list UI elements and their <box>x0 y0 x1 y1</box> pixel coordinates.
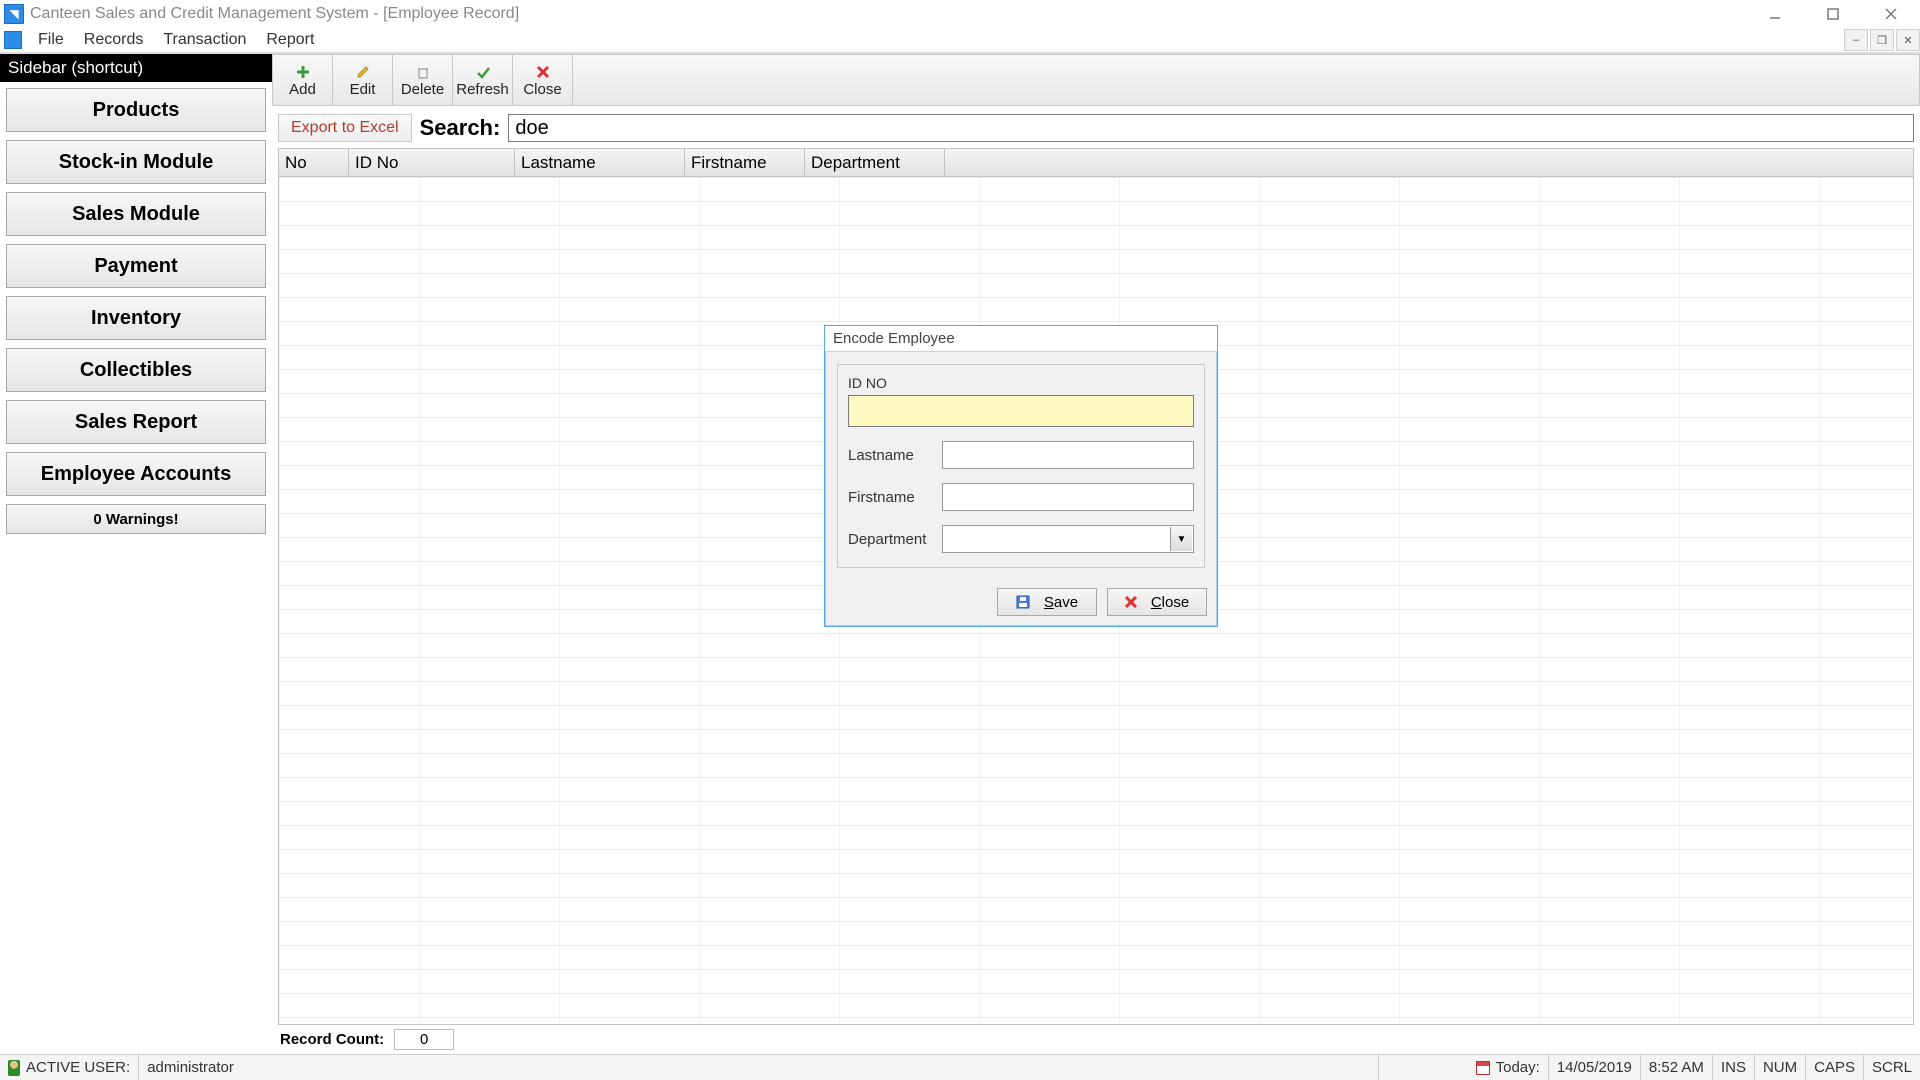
refresh-label: Refresh <box>456 81 509 98</box>
status-ins: INS <box>1721 1059 1746 1076</box>
sidebar-item-stockin[interactable]: Stock-in Module <box>6 140 266 184</box>
save-disk-icon <box>1016 595 1030 609</box>
delete-button[interactable]: Delete <box>393 55 453 105</box>
app-icon: ◥ <box>4 4 24 24</box>
department-combobox[interactable]: ▼ <box>942 525 1194 553</box>
calendar-icon <box>1476 1061 1490 1075</box>
dialog-close-button[interactable]: Close <box>1107 588 1207 616</box>
firstname-field[interactable] <box>942 483 1194 511</box>
trash-icon <box>416 63 430 81</box>
edit-button[interactable]: Edit <box>333 55 393 105</box>
status-time: 8:52 AM <box>1649 1059 1704 1076</box>
lastname-field[interactable] <box>942 441 1194 469</box>
close-window-button[interactable] <box>1862 0 1920 28</box>
save-button[interactable]: Save <box>997 588 1097 616</box>
mdi-icon <box>4 31 22 49</box>
department-label: Department <box>848 531 942 548</box>
close-label: Close <box>523 81 561 98</box>
menu-file[interactable]: File <box>28 29 74 51</box>
dialog-title: Encode Employee <box>825 326 1217 352</box>
search-row: Export to Excel Search: <box>272 106 1920 148</box>
refresh-button[interactable]: Refresh <box>453 55 513 105</box>
sidebar-item-payment[interactable]: Payment <box>6 244 266 288</box>
col-id[interactable]: ID No <box>349 149 515 176</box>
user-icon <box>8 1060 20 1076</box>
status-caps: CAPS <box>1814 1059 1855 1076</box>
status-bar: ACTIVE USER: administrator Today: 14/05/… <box>0 1054 1920 1080</box>
sidebar-item-sales-module[interactable]: Sales Module <box>6 192 266 236</box>
edit-label: Edit <box>350 81 376 98</box>
delete-label: Delete <box>401 81 444 98</box>
record-count-bar: Record Count: 0 <box>272 1025 1920 1054</box>
add-button[interactable]: Add <box>273 55 333 105</box>
toolbar: Add Edit Delete Refresh <box>272 54 1920 106</box>
sidebar: Sidebar (shortcut) Products Stock-in Mod… <box>0 54 272 1054</box>
export-to-excel-button[interactable]: Export to Excel <box>278 114 412 142</box>
active-user-label: ACTIVE USER: <box>26 1059 130 1076</box>
status-scrl: SCRL <box>1872 1059 1912 1076</box>
sidebar-item-sales-report[interactable]: Sales Report <box>6 400 266 444</box>
menu-bar: File Records Transaction Report – ❐ ✕ <box>0 28 1920 54</box>
search-label: Search: <box>420 115 501 141</box>
status-num: NUM <box>1763 1059 1797 1076</box>
col-department[interactable]: Department <box>805 149 945 176</box>
sidebar-item-collectibles[interactable]: Collectibles <box>6 348 266 392</box>
idno-field[interactable] <box>848 395 1194 427</box>
maximize-button[interactable] <box>1804 0 1862 28</box>
add-label: Add <box>289 81 316 98</box>
close-x-icon <box>1125 596 1137 608</box>
menu-report[interactable]: Report <box>256 29 324 51</box>
record-count-value: 0 <box>394 1029 454 1050</box>
sidebar-header: Sidebar (shortcut) <box>0 54 272 82</box>
menu-records[interactable]: Records <box>74 29 154 51</box>
pencil-icon <box>356 63 370 81</box>
window-title: Canteen Sales and Credit Management Syst… <box>30 5 1746 23</box>
idno-label: ID NO <box>848 375 1194 391</box>
search-input[interactable] <box>508 114 1914 142</box>
col-lastname[interactable]: Lastname <box>515 149 685 176</box>
window-titlebar: ◥ Canteen Sales and Credit Management Sy… <box>0 0 1920 28</box>
col-firstname[interactable]: Firstname <box>685 149 805 176</box>
lastname-label: Lastname <box>848 447 942 464</box>
menu-transaction[interactable]: Transaction <box>153 29 256 51</box>
mdi-minimize-button[interactable]: – <box>1844 29 1868 51</box>
sidebar-item-warnings[interactable]: 0 Warnings! <box>6 504 266 534</box>
active-user-value: administrator <box>147 1059 234 1076</box>
dialog-groupbox: ID NO Lastname Firstname Department ▼ <box>837 364 1205 568</box>
content-area: Add Edit Delete Refresh <box>272 54 1920 1054</box>
plus-icon <box>296 63 310 81</box>
check-icon <box>476 63 490 81</box>
close-icon <box>536 63 550 81</box>
sidebar-item-inventory[interactable]: Inventory <box>6 296 266 340</box>
save-label: Save <box>1044 594 1078 611</box>
grid-header: No ID No Lastname Firstname Department <box>279 149 1913 177</box>
minimize-button[interactable] <box>1746 0 1804 28</box>
mdi-restore-button[interactable]: ❐ <box>1870 29 1894 51</box>
record-count-label: Record Count: <box>280 1031 384 1048</box>
firstname-label: Firstname <box>848 489 942 506</box>
dialog-close-label: Close <box>1151 594 1189 611</box>
mdi-close-button[interactable]: ✕ <box>1896 29 1920 51</box>
sidebar-item-products[interactable]: Products <box>6 88 266 132</box>
chevron-down-icon: ▼ <box>1170 527 1192 551</box>
sidebar-item-employee-accounts[interactable]: Employee Accounts <box>6 452 266 496</box>
col-spacer <box>945 149 1913 176</box>
encode-employee-dialog: Encode Employee ID NO Lastname Firstname… <box>824 325 1218 627</box>
close-button[interactable]: Close <box>513 55 573 105</box>
today-label: Today: <box>1496 1059 1540 1076</box>
status-date: 14/05/2019 <box>1557 1059 1632 1076</box>
col-no[interactable]: No <box>279 149 349 176</box>
